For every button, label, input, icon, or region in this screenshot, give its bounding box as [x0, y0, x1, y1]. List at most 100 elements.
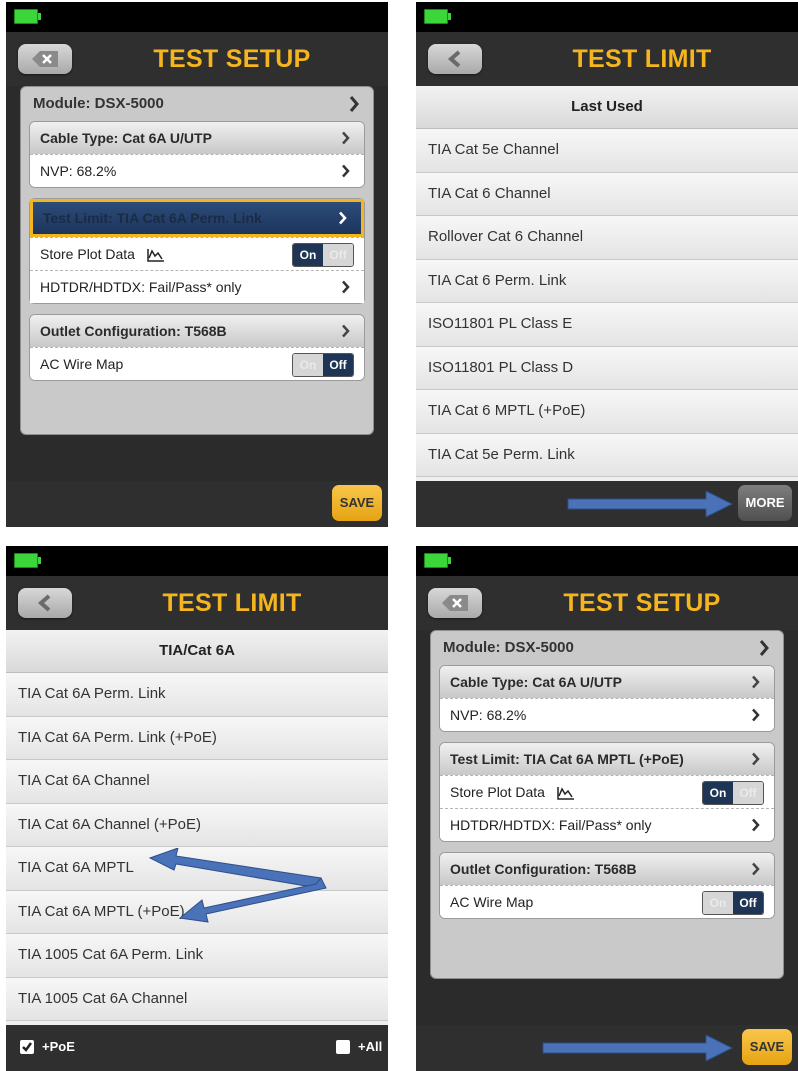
ac-wire-map-label: AC Wire Map	[450, 894, 534, 910]
back-button[interactable]	[428, 44, 482, 74]
list-item[interactable]: TIA 1005 Cat 6A Channel	[6, 977, 388, 1021]
test-limit-list: TIA/Cat 6A TIA Cat 6A Perm. Link TIA Cat…	[6, 630, 388, 1025]
toggle-off: Off	[323, 354, 353, 376]
list-item[interactable]: TIA Cat 6A Channel (+PoE)	[6, 803, 388, 847]
test-limit-list: Last Used TIA Cat 5e Channel TIA Cat 6 C…	[416, 86, 798, 481]
back-arrow-icon	[447, 50, 461, 68]
title-bar: TEST LIMIT	[6, 576, 388, 630]
filter-bar: +PoE +All	[6, 1025, 388, 1071]
toggle-on: On	[703, 782, 733, 804]
save-button[interactable]: SAVE	[332, 485, 382, 521]
hdtdr-row[interactable]: HDTDR/HDTDX: Fail/Pass* only	[440, 808, 774, 841]
screen-test-setup-initial: TEST SETUP Module: DSX-5000 Cable Type: …	[6, 2, 388, 527]
setup-panel: Module: DSX-5000 Cable Type: Cat 6A U/UT…	[430, 630, 784, 979]
setup-panel: Module: DSX-5000 Cable Type: Cat 6A U/UT…	[20, 86, 374, 435]
nvp-row[interactable]: NVP: 68.2%	[30, 154, 364, 187]
outlet-group: Outlet Configuration: T568B AC Wire Map …	[29, 314, 365, 381]
back-button[interactable]	[18, 588, 72, 618]
list-item[interactable]: TIA Cat 6A Perm. Link (+PoE)	[6, 716, 388, 760]
title-bar: TEST SETUP	[6, 32, 388, 86]
more-button[interactable]: MORE	[738, 485, 792, 521]
plot-data-icon	[557, 787, 574, 801]
chevron-right-icon	[752, 675, 760, 689]
test-limit-row[interactable]: Test Limit: TIA Cat 6A MPTL (+PoE)	[440, 743, 774, 775]
close-x-back-icon	[442, 595, 468, 611]
cable-type-label: Cable Type: Cat 6A U/UTP	[40, 130, 212, 146]
list-item[interactable]: TIA Cat 6 Perm. Link	[416, 259, 798, 303]
toggle-on: On	[293, 244, 323, 266]
all-label: +All	[358, 1039, 383, 1054]
store-plot-row: Store Plot Data On Off	[30, 237, 364, 270]
module-row[interactable]: Module: DSX-5000	[21, 87, 373, 121]
save-button[interactable]: SAVE	[742, 1029, 792, 1065]
back-arrow-icon	[37, 594, 51, 612]
list-item[interactable]: TIA 1005 Cat 6A Perm. Link	[6, 934, 388, 978]
list-header: TIA/Cat 6A	[6, 630, 388, 673]
toggle-off: Off	[733, 782, 763, 804]
screen-test-limit-last-used: TEST LIMIT Last Used TIA Cat 5e Channel …	[416, 2, 798, 527]
ac-wire-map-row: AC Wire Map On Off	[30, 347, 364, 380]
test-limit-row[interactable]: Test Limit: TIA Cat 6A Perm. Link	[30, 199, 364, 237]
list-item[interactable]: TIA Cat 6 Channel	[416, 172, 798, 216]
cable-type-row[interactable]: Cable Type: Cat 6A U/UTP	[440, 666, 774, 698]
list-item[interactable]: ISO11801 PL Class E	[416, 303, 798, 347]
list-item[interactable]: TIA Cat 6A Channel	[6, 760, 388, 804]
chevron-right-icon	[752, 818, 760, 832]
poe-checkbox[interactable]	[20, 1040, 34, 1054]
page-title: TEST LIMIT	[572, 45, 712, 73]
ac-wire-map-toggle[interactable]: On Off	[702, 891, 764, 915]
all-checkbox[interactable]	[336, 1040, 350, 1054]
list-header: Last Used	[416, 86, 798, 129]
bottom-bar: MORE	[416, 481, 798, 527]
chevron-right-icon	[752, 752, 760, 766]
chevron-right-icon	[342, 280, 350, 294]
chevron-right-icon	[339, 211, 347, 225]
back-button[interactable]	[18, 44, 72, 74]
cable-type-row[interactable]: Cable Type: Cat 6A U/UTP	[30, 122, 364, 154]
status-bar	[416, 2, 798, 32]
store-plot-row: Store Plot Data On Off	[440, 775, 774, 808]
store-plot-toggle[interactable]: On Off	[702, 781, 764, 805]
cable-group: Cable Type: Cat 6A U/UTP NVP: 68.2%	[439, 665, 775, 732]
outlet-config-label: Outlet Configuration: T568B	[450, 861, 637, 877]
toggle-off: Off	[733, 892, 763, 914]
list-item[interactable]: TIA Cat 6A Perm. Link	[6, 673, 388, 717]
cable-type-label: Cable Type: Cat 6A U/UTP	[450, 674, 622, 690]
test-limit-group: Test Limit: TIA Cat 6A MPTL (+PoE) Store…	[439, 742, 775, 842]
nvp-row[interactable]: NVP: 68.2%	[440, 698, 774, 731]
chevron-right-icon	[349, 96, 359, 112]
test-limit-label: Test Limit: TIA Cat 6A Perm. Link	[43, 210, 262, 226]
outlet-config-row[interactable]: Outlet Configuration: T568B	[440, 853, 774, 885]
battery-icon	[424, 553, 451, 568]
chevron-right-icon	[752, 862, 760, 876]
hdtdr-label: HDTDR/HDTDX: Fail/Pass* only	[40, 279, 242, 295]
ac-wire-map-row: AC Wire Map On Off	[440, 885, 774, 918]
nvp-label: NVP: 68.2%	[40, 163, 117, 179]
toggle-on: On	[703, 892, 733, 914]
store-plot-toggle[interactable]: On Off	[292, 243, 354, 267]
annotation-arrow-icon	[542, 1034, 734, 1062]
title-bar: TEST LIMIT	[416, 32, 798, 86]
outlet-config-row[interactable]: Outlet Configuration: T568B	[30, 315, 364, 347]
module-label: Module: DSX-5000	[33, 95, 164, 112]
store-plot-label: Store Plot Data	[450, 784, 545, 800]
ac-wire-map-toggle[interactable]: On Off	[292, 353, 354, 377]
list-item[interactable]: ISO11801 PL Class D	[416, 346, 798, 390]
list-item[interactable]: TIA Cat 5e Perm. Link	[416, 433, 798, 477]
nvp-label: NVP: 68.2%	[450, 707, 527, 723]
toggle-on: On	[293, 354, 323, 376]
hdtdr-row[interactable]: HDTDR/HDTDX: Fail/Pass* only	[30, 270, 364, 303]
list-item[interactable]: Rollover Cat 6 Channel	[416, 216, 798, 260]
list-item[interactable]: TIA Cat 6 MPTL (+PoE)	[416, 390, 798, 434]
page-title: TEST SETUP	[563, 589, 721, 617]
back-button[interactable]	[428, 588, 482, 618]
poe-label: +PoE	[42, 1039, 75, 1054]
annotation-arrow-icon	[567, 490, 734, 518]
module-row[interactable]: Module: DSX-5000	[431, 631, 783, 665]
page-title: TEST LIMIT	[162, 589, 302, 617]
list-item[interactable]: TIA Cat 5e Channel	[416, 129, 798, 173]
test-limit-group: Test Limit: TIA Cat 6A Perm. Link Store …	[29, 198, 365, 304]
close-x-back-icon	[32, 51, 58, 67]
plot-data-icon	[147, 249, 164, 263]
outlet-group: Outlet Configuration: T568B AC Wire Map …	[439, 852, 775, 919]
